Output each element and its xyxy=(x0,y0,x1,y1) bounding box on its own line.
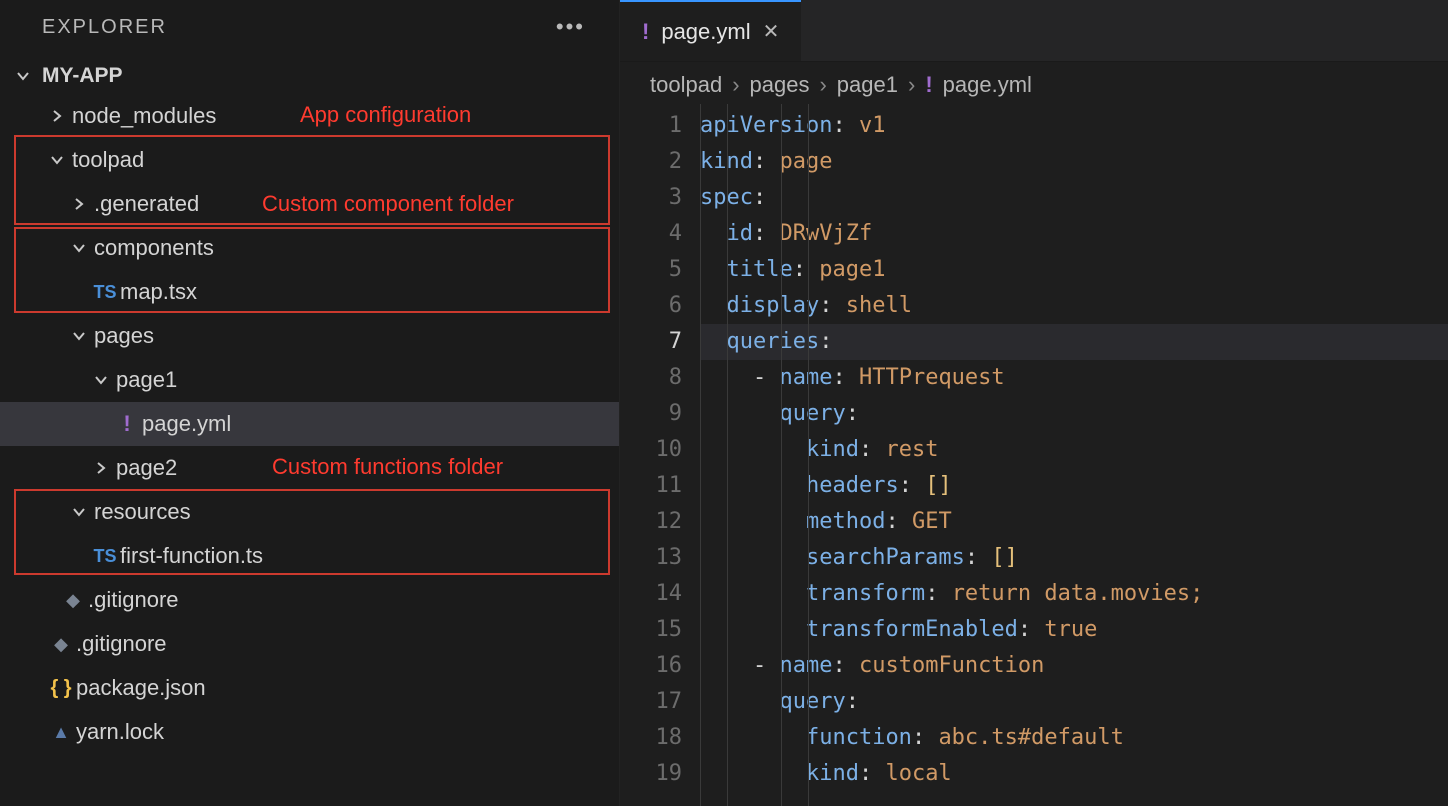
tree-label: toolpad xyxy=(72,147,144,173)
code-line[interactable]: searchParams: [] xyxy=(700,540,1448,576)
tree-item-gitignore-1[interactable]: ◆ .gitignore xyxy=(0,578,619,622)
code-line[interactable]: kind: page xyxy=(700,144,1448,180)
tab-label: page.yml xyxy=(661,19,750,45)
tree-label: .gitignore xyxy=(76,631,167,657)
code-line[interactable]: method: GET xyxy=(700,504,1448,540)
code-line[interactable]: display: shell xyxy=(700,288,1448,324)
breadcrumb-segment[interactable]: page.yml xyxy=(943,72,1032,98)
yarn-icon: ▲ xyxy=(52,722,70,743)
editor-pane: ! page.yml ✕ toolpad › pages › page1 › !… xyxy=(620,0,1448,806)
tab-page-yml[interactable]: ! page.yml ✕ xyxy=(620,0,801,61)
line-gutter: 12345678910111213141516171819 xyxy=(620,104,700,806)
tree-label: node_modules xyxy=(72,103,216,129)
tree-item-page-yml[interactable]: ! page.yml xyxy=(0,402,619,446)
explorer-title: EXPLORER xyxy=(42,16,167,39)
typescript-icon: TS xyxy=(93,546,116,567)
tree-item-toolpad[interactable]: toolpad xyxy=(0,138,619,182)
code-line[interactable]: query: xyxy=(700,684,1448,720)
json-file-icon: { } xyxy=(50,677,71,700)
code-line[interactable]: title: page1 xyxy=(700,252,1448,288)
tree-label: .generated xyxy=(94,191,199,217)
tree-label: components xyxy=(94,235,214,261)
tree-label: yarn.lock xyxy=(76,719,164,745)
code-line[interactable]: spec: xyxy=(700,180,1448,216)
chevron-right-icon: › xyxy=(908,72,915,98)
code-line[interactable]: kind: rest xyxy=(700,432,1448,468)
tree-label: page1 xyxy=(116,367,177,393)
explorer-more-icon[interactable]: ••• xyxy=(556,14,595,40)
code-line[interactable]: apiVersion: v1 xyxy=(700,108,1448,144)
code-line[interactable]: transform: return data.movies; xyxy=(700,576,1448,612)
tree-label: map.tsx xyxy=(120,279,197,305)
breadcrumb-segment[interactable]: toolpad xyxy=(650,72,722,98)
explorer-panel: EXPLORER ••• MY-APP App configuration Cu… xyxy=(0,0,620,806)
yaml-file-icon: ! xyxy=(925,72,932,98)
code-line[interactable]: - name: HTTPrequest xyxy=(700,360,1448,396)
project-name: MY-APP xyxy=(42,64,123,88)
yaml-file-icon: ! xyxy=(642,19,649,45)
chevron-down-icon xyxy=(14,68,32,84)
chevron-down-icon xyxy=(92,372,110,388)
tree-item-resources[interactable]: resources xyxy=(0,490,619,534)
tree-label: page2 xyxy=(116,455,177,481)
breadcrumb-segment[interactable]: page1 xyxy=(837,72,898,98)
chevron-down-icon xyxy=(70,328,88,344)
tree-item-first-function[interactable]: TS first-function.ts xyxy=(0,534,619,578)
close-icon[interactable]: ✕ xyxy=(763,19,780,44)
chevron-right-icon xyxy=(92,460,110,476)
yaml-file-icon: ! xyxy=(123,411,130,437)
tree-label: resources xyxy=(94,499,191,525)
code-line[interactable]: function: abc.ts#default xyxy=(700,720,1448,756)
chevron-down-icon xyxy=(70,504,88,520)
file-tree: App configuration Custom component folde… xyxy=(0,94,619,754)
chevron-down-icon xyxy=(48,152,66,168)
tree-item-page1[interactable]: page1 xyxy=(0,358,619,402)
chevron-down-icon xyxy=(70,240,88,256)
code-content[interactable]: apiVersion: v1kind: pagespec: id: DRwVjZ… xyxy=(700,104,1448,806)
tree-label: first-function.ts xyxy=(120,543,263,569)
tree-item-components[interactable]: components xyxy=(0,226,619,270)
gitignore-icon: ◆ xyxy=(66,590,80,611)
code-line[interactable]: query: xyxy=(700,396,1448,432)
chevron-right-icon: › xyxy=(819,72,826,98)
tree-label: page.yml xyxy=(142,411,231,437)
tree-label: .gitignore xyxy=(88,587,179,613)
tree-item-pages[interactable]: pages xyxy=(0,314,619,358)
code-line[interactable]: kind: local xyxy=(700,756,1448,792)
tree-item-node-modules[interactable]: node_modules xyxy=(0,94,619,138)
tree-item-page2[interactable]: page2 xyxy=(0,446,619,490)
code-line[interactable]: - name: customFunction xyxy=(700,648,1448,684)
tree-label: package.json xyxy=(76,675,206,701)
breadcrumb-segment[interactable]: pages xyxy=(750,72,810,98)
code-line[interactable]: id: DRwVjZf xyxy=(700,216,1448,252)
code-line[interactable]: queries: xyxy=(700,324,1448,360)
gitignore-icon: ◆ xyxy=(54,634,68,655)
tree-item-generated[interactable]: .generated xyxy=(0,182,619,226)
project-root[interactable]: MY-APP xyxy=(0,58,619,94)
code-editor[interactable]: 12345678910111213141516171819 apiVersion… xyxy=(620,104,1448,806)
breadcrumb[interactable]: toolpad › pages › page1 › ! page.yml xyxy=(620,62,1448,104)
chevron-right-icon xyxy=(70,196,88,212)
typescript-icon: TS xyxy=(93,282,116,303)
tab-bar: ! page.yml ✕ xyxy=(620,0,1448,62)
tree-item-map-tsx[interactable]: TS map.tsx xyxy=(0,270,619,314)
tree-item-yarn-lock[interactable]: ▲ yarn.lock xyxy=(0,710,619,754)
tree-label: pages xyxy=(94,323,154,349)
chevron-right-icon xyxy=(48,108,66,124)
tree-item-gitignore-2[interactable]: ◆ .gitignore xyxy=(0,622,619,666)
code-line[interactable]: headers: [] xyxy=(700,468,1448,504)
tree-item-package-json[interactable]: { } package.json xyxy=(0,666,619,710)
code-line[interactable]: transformEnabled: true xyxy=(700,612,1448,648)
chevron-right-icon: › xyxy=(732,72,739,98)
